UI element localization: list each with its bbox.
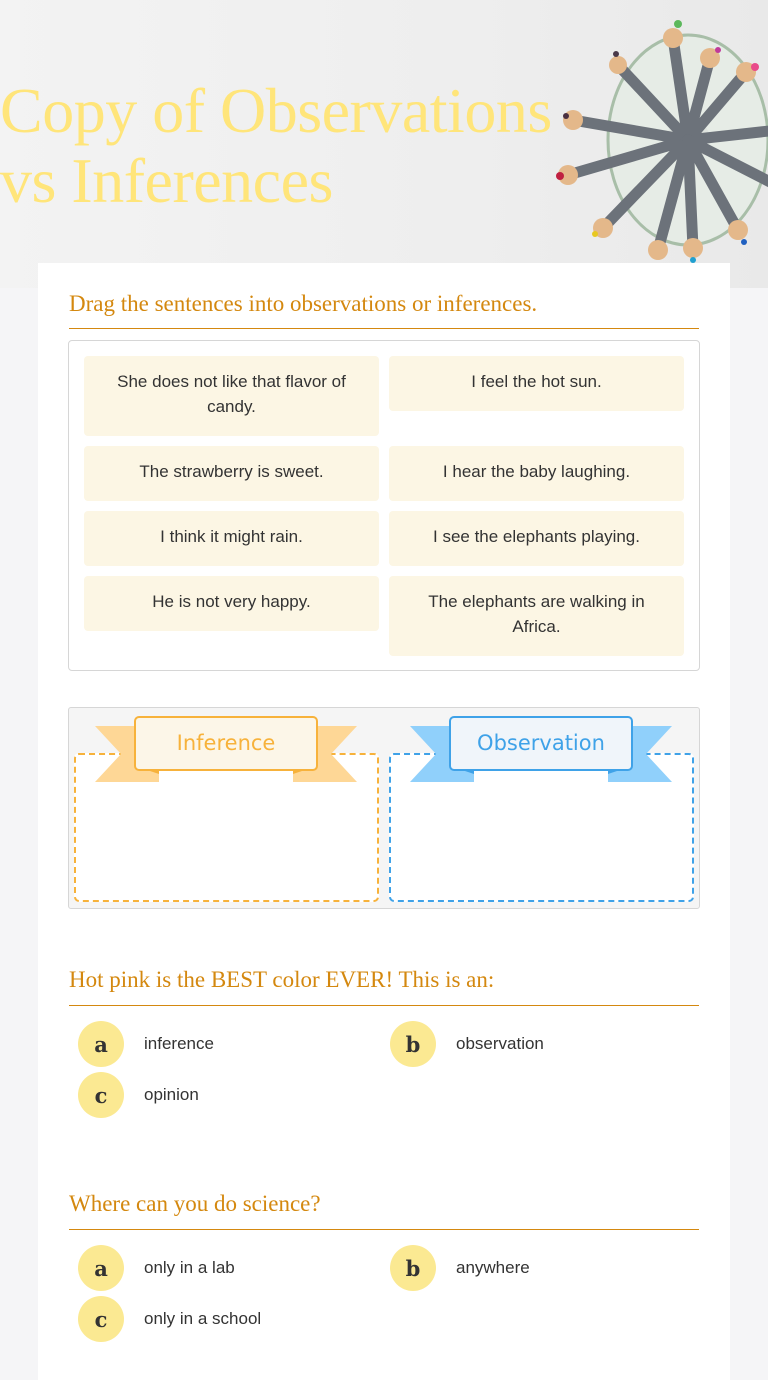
question-1-prompt: Hot pink is the BEST color EVER! This is… [69,967,495,992]
answer-option[interactable]: b observation [390,1021,544,1067]
observation-label: Observation [477,731,605,755]
inference-ribbon: Inference [95,716,357,782]
option-text: only in a lab [144,1258,235,1277]
answer-option[interactable]: b anywhere [390,1245,530,1291]
draggable-sentence[interactable]: I see the elephants playing. [389,511,684,566]
option-letter-a[interactable]: a [78,1245,124,1291]
header-banner: Copy of Observations vs Inferences [0,0,768,288]
option-text: inference [144,1034,214,1053]
sentence-pool: She does not like that flavor of candy. … [68,340,700,671]
draggable-sentence[interactable]: The elephants are walking in Africa. [389,576,684,656]
drag-prompt: Drag the sentences into observations or … [69,291,538,316]
inference-label: Inference [176,731,276,755]
draggable-sentence[interactable]: I think it might rain. [84,511,379,566]
option-text: opinion [144,1085,199,1104]
divider [69,1229,699,1230]
option-letter-b[interactable]: b [390,1245,436,1291]
pencils-image [556,20,768,263]
answer-option[interactable]: c opinion [78,1072,199,1118]
page-title: Copy of Observations vs Inferences [0,75,552,216]
draggable-sentence[interactable]: The strawberry is sweet. [84,446,379,501]
divider [69,328,699,329]
worksheet-card: Drag the sentences into observations or … [38,263,730,1380]
option-text: only in a school [144,1309,262,1328]
option-letter-c[interactable]: c [78,1072,124,1118]
option-text: anywhere [456,1258,530,1277]
divider [69,1005,699,1006]
observation-ribbon: Observation [410,716,672,782]
draggable-sentence[interactable]: She does not like that flavor of candy. [84,356,379,436]
draggable-sentence[interactable]: He is not very happy. [84,576,379,631]
option-letter-b[interactable]: b [390,1021,436,1067]
sorting-bins: Inference Observation [68,707,700,909]
question-2-prompt: Where can you do science? [69,1191,321,1216]
option-letter-c[interactable]: c [78,1296,124,1342]
draggable-sentence[interactable]: I feel the hot sun. [389,356,684,411]
draggable-sentence[interactable]: I hear the baby laughing. [389,446,684,501]
answer-option[interactable]: c only in a school [78,1296,261,1342]
option-letter-a[interactable]: a [78,1021,124,1067]
answer-option[interactable]: a only in a lab [78,1245,235,1291]
answer-option[interactable]: a inference [78,1021,214,1067]
option-text: observation [456,1034,544,1053]
